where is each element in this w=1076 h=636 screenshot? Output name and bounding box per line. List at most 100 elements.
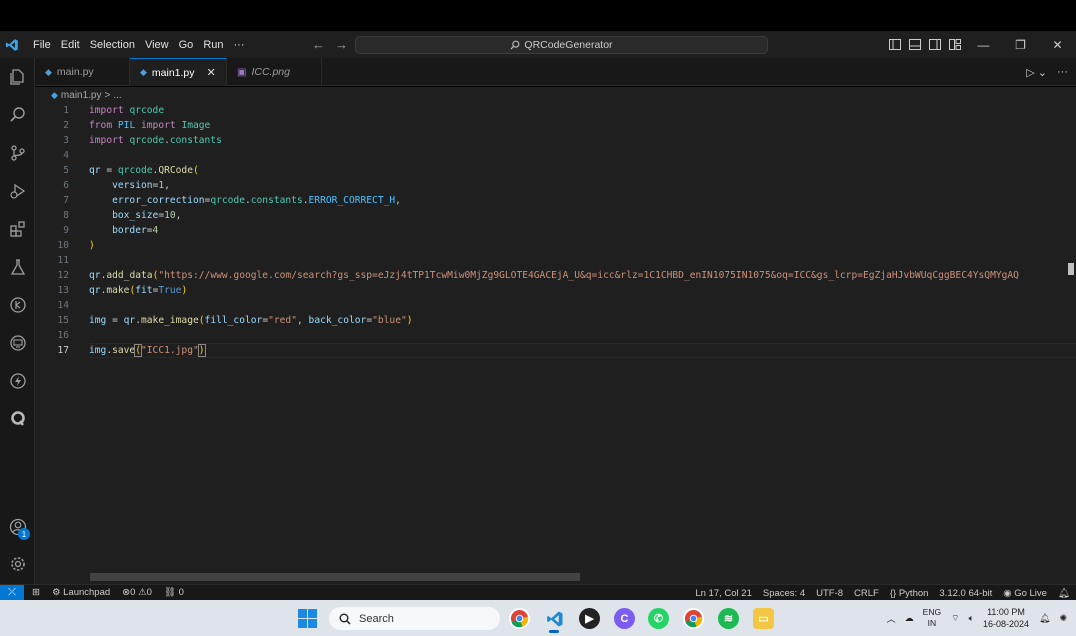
back-arrow-icon[interactable]: ← [312,37,325,52]
tab-icc-png[interactable]: ▣ ICC.png [227,58,322,86]
code-line[interactable]: import qrcode.constants [89,133,222,148]
code-line[interactable]: qr = qrcode.QRCode( [89,163,199,178]
encoding[interactable]: UTF-8 [816,588,843,599]
code-line-current[interactable]: img.save("ICC1.jpg") [89,343,206,358]
tab-label: ICC.png [251,66,290,78]
github-actions-icon[interactable] [0,290,35,320]
extensions-icon[interactable] [0,214,35,244]
problems-item[interactable]: ⊗0 ⚠0 [122,587,152,598]
settings-gear-icon[interactable] [0,549,35,579]
image-file-icon: ▣ [237,66,247,78]
spotify-icon[interactable]: ≋ [718,608,739,629]
tab-main-py[interactable]: ◆ main.py [35,58,130,86]
code-line[interactable]: from PIL import Image [89,118,210,133]
code-line[interactable]: ) [89,238,95,253]
minimize-icon[interactable]: — [965,31,1002,58]
volume-icon[interactable]: 🔈︎ [969,613,974,624]
line-ending[interactable]: CRLF [854,588,879,599]
tab-close-icon[interactable]: ✕ [207,66,216,79]
wifi-icon[interactable]: ⌔ [951,613,959,624]
file-explorer-icon[interactable]: ▭ [753,608,774,629]
lightning-icon[interactable] [0,366,35,396]
code-line[interactable]: version=1, [89,178,170,193]
launchpad-label: Launchpad [63,587,111,598]
taskbar-search[interactable]: Search [329,607,500,630]
qodo-icon[interactable] [0,404,35,434]
show-hidden-icons-chevron-icon[interactable]: ︿ [887,612,896,625]
vertical-scrollbar-marker[interactable] [1068,263,1074,275]
code-editor[interactable]: 1 2 3 4 5 6 7 8 9 10 11 12 13 14 15 16 1… [35,103,1076,584]
search-sidebar-icon[interactable] [0,100,35,130]
language-mode[interactable]: {} Python [890,588,929,599]
line-number: 9 [63,225,69,236]
code-line[interactable]: img = qr.make_image(fill_color="red", ba… [89,313,413,328]
error-icon: ⊗ [122,587,131,598]
restore-icon[interactable]: ❐ [1002,31,1039,58]
menu-more[interactable]: ··· [229,39,250,51]
line-number: 2 [63,120,69,131]
menu-file[interactable]: File [28,39,56,51]
python-interpreter[interactable]: 3.12.0 64-bit [939,588,992,599]
python-file-icon: ◆ [51,89,58,100]
cloud-icon[interactable]: ☁ [905,613,914,624]
line-number: 6 [63,180,69,191]
remote-explorer-icon[interactable] [0,328,35,358]
terminal-icon[interactable]: ⊞ [32,587,40,598]
command-center-search[interactable]: QRCodeGenerator [355,36,768,54]
windows-start-icon[interactable] [298,609,317,628]
title-bar: File Edit Selection View Go Run ··· ← → … [0,31,1076,58]
chrome-icon[interactable] [509,608,530,629]
source-control-icon[interactable] [0,138,35,168]
forward-arrow-icon[interactable]: → [335,37,348,52]
accounts-icon[interactable]: 1 [0,512,35,542]
code-line[interactable]: error_correction=qrcode.constants.ERROR_… [89,193,401,208]
toggle-secondary-sidebar-icon[interactable] [925,31,945,58]
cursor-position[interactable]: Ln 17, Col 21 [695,588,752,599]
menu-view[interactable]: View [140,39,174,51]
menu-selection[interactable]: Selection [85,39,140,51]
code-line[interactable]: qr.make(fit=True) [89,283,187,298]
menu-go[interactable]: Go [174,39,199,51]
go-live-button[interactable]: ◉ Go Live [1003,588,1047,599]
indentation[interactable]: Spaces: 4 [763,588,805,599]
customize-layout-icon[interactable] [945,31,965,58]
vscode-taskbar-icon[interactable] [544,608,565,629]
menu-run[interactable]: Run [198,39,228,51]
line-number: 5 [63,165,69,176]
vscode-active-indicator [549,630,559,633]
menu-edit[interactable]: Edit [56,39,85,51]
code-line[interactable]: import qrcode [89,103,164,118]
toggle-primary-sidebar-icon[interactable] [885,31,905,58]
copilot-icon[interactable]: ✺ [1059,613,1067,624]
language-indicator[interactable]: ENG IN [923,607,941,629]
breadcrumb-file[interactable]: main1.py [61,90,102,101]
code-line[interactable]: box_size=10, [89,208,181,223]
run-debug-icon[interactable] [0,176,35,206]
run-python-file-icon[interactable]: ▷ ⌄ [1026,66,1047,79]
code-line[interactable]: border=4 [89,223,158,238]
status-left: ⊞ ⚙ Launchpad ⊗0 ⚠0 ⛓ 0 [32,587,184,598]
whatsapp-icon[interactable]: ✆ [648,608,669,629]
code-line[interactable]: qr.add_data("https://www.google.com/sear… [89,268,1019,283]
lang-bottom: IN [927,618,937,628]
media-player-icon[interactable]: ▶ [579,608,600,629]
tab-main1-py[interactable]: ◆ main1.py ✕ [130,58,227,86]
toggle-panel-icon[interactable] [905,31,925,58]
horizontal-scrollbar[interactable] [90,573,580,581]
top-black-band [0,0,1076,31]
testing-flask-icon[interactable] [0,252,35,282]
canva-icon[interactable]: C [614,608,635,629]
explorer-icon[interactable] [0,62,35,92]
close-icon[interactable]: ✕ [1039,31,1076,58]
breadcrumb-symbols[interactable]: ... [113,90,121,101]
more-actions-icon[interactable]: ··· [1057,66,1068,78]
notification-bell-icon[interactable]: 🔔︎ [1039,613,1050,624]
ports-item[interactable]: ⛓ 0 [164,587,184,598]
launchpad-item[interactable]: ⚙ Launchpad [52,587,110,598]
chrome-profile-icon[interactable] [683,608,704,629]
search-icon [511,40,520,50]
notifications-bell-icon[interactable]: 🔔︎ [1058,588,1070,599]
clock[interactable]: 11:00 PM 16-08-2024 [983,606,1029,630]
remote-indicator-icon[interactable]: ⤫ [0,584,24,601]
title-right-controls: — ❐ ✕ [885,31,1076,58]
